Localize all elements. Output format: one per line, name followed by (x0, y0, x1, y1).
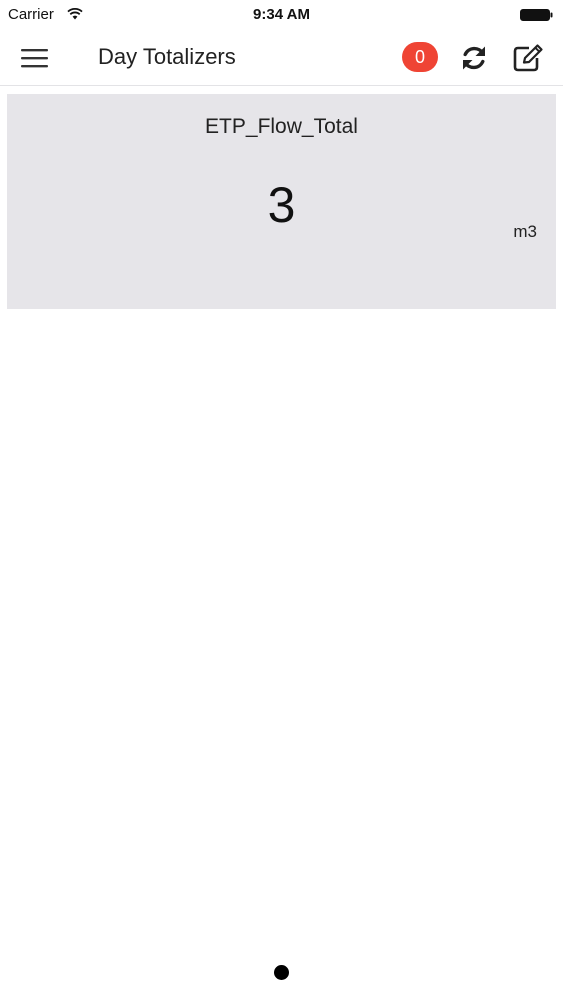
refresh-icon[interactable] (459, 43, 489, 73)
app-screen: Carrier 9:34 AM Day Totalizers 0 ETP_Flo… (0, 0, 563, 1000)
status-time: 9:34 AM (253, 6, 310, 23)
totalizer-unit: m3 (513, 222, 537, 241)
edit-icon[interactable] (512, 43, 544, 73)
status-bar: Carrier 9:34 AM (0, 0, 563, 30)
alert-count-badge[interactable]: 0 (402, 42, 438, 72)
page-indicator (0, 965, 563, 981)
page-title: Day Totalizers (98, 44, 236, 69)
totalizer-value: 3 (267, 177, 296, 233)
nav-header: Day Totalizers 0 (0, 30, 563, 86)
page-dot-active[interactable] (274, 965, 289, 980)
hamburger-menu-icon[interactable] (20, 46, 50, 70)
totalizer-name: ETP_Flow_Total (205, 115, 358, 138)
totalizer-card[interactable]: ETP_Flow_Total 3 m3 (7, 94, 556, 309)
battery-icon (520, 8, 554, 27)
